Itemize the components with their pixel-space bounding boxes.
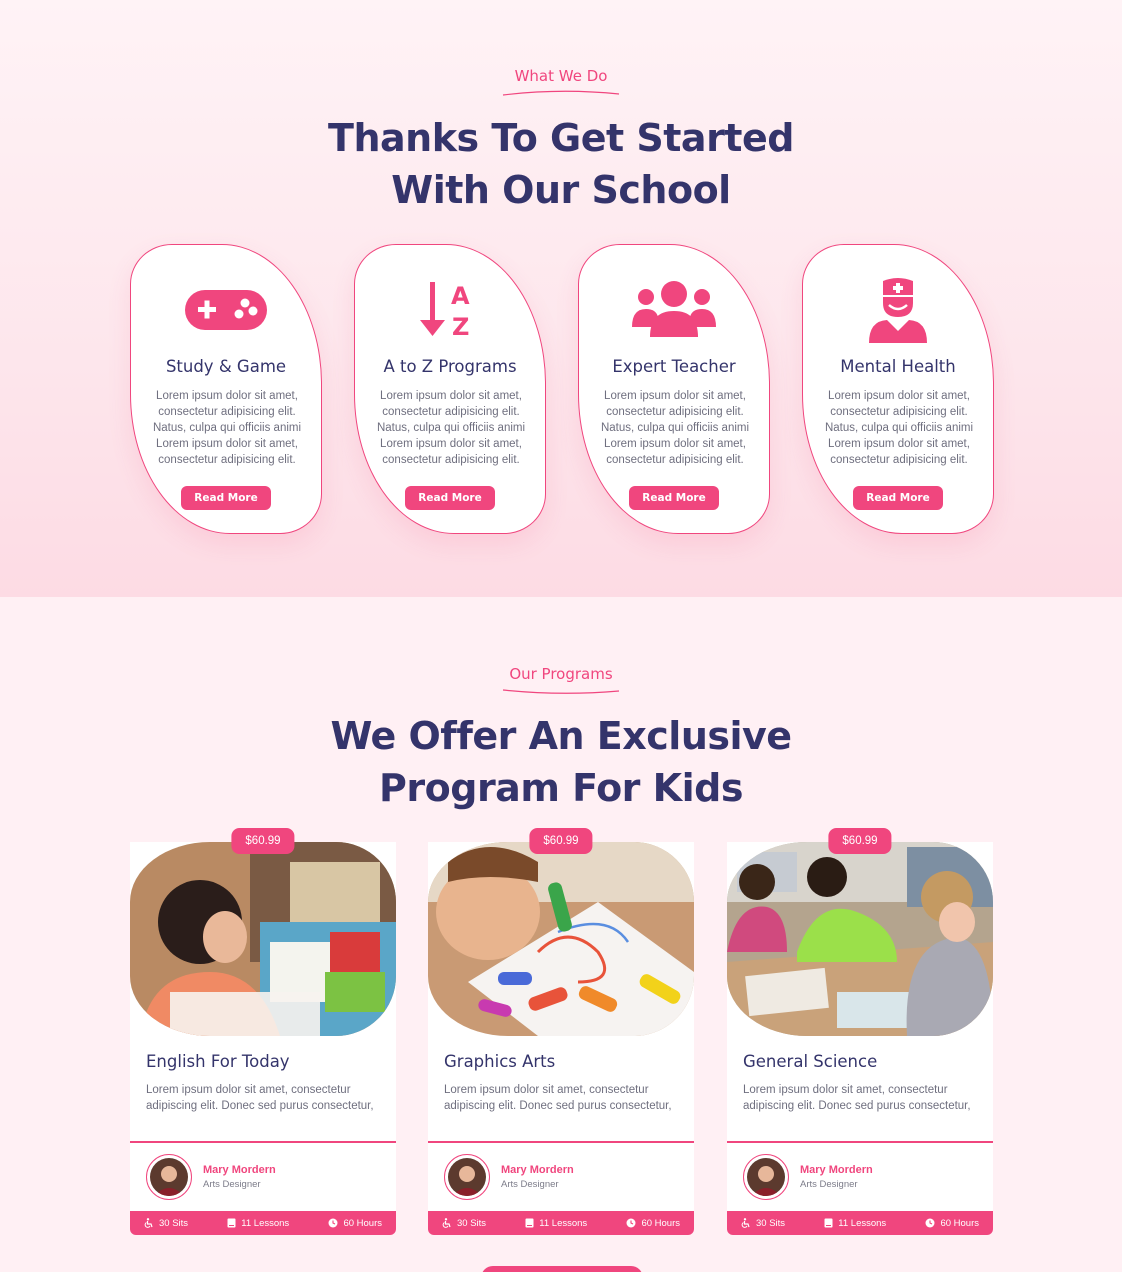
program-title[interactable]: English For Today — [146, 1052, 290, 1071]
divider — [130, 1141, 396, 1143]
read-more-button[interactable]: Read More — [181, 486, 271, 510]
headline-line-1: Thanks To Get Started — [328, 116, 794, 160]
users-group-icon — [579, 277, 769, 343]
feature-title: Study & Game — [165, 357, 287, 376]
seats-info: 30 Sits — [741, 1218, 785, 1229]
section-eyebrow: What We Do — [0, 67, 1122, 97]
read-more-button[interactable]: Read More — [629, 486, 719, 510]
hours-label: 60 Hours — [940, 1217, 979, 1229]
hours-label: 60 Hours — [343, 1217, 382, 1229]
program-photo — [727, 842, 993, 1036]
author-role: Arts Designer — [800, 1179, 858, 1190]
program-description: Lorem ipsum dolor sit amet, consectetur … — [146, 1084, 374, 1112]
avatar — [146, 1154, 192, 1200]
gamepad-icon — [131, 277, 321, 343]
feature-card-a-to-z: A Z A to Z Programs Lorem ipsum dolor si… — [354, 244, 546, 534]
read-more-button[interactable]: Read More — [405, 486, 495, 510]
price-badge: $60.99 — [231, 828, 295, 854]
clock-icon — [328, 1218, 338, 1228]
program-title[interactable]: Graphics Arts — [444, 1052, 555, 1071]
eyebrow-underline — [502, 90, 620, 96]
headline-line-2: Program For Kids — [379, 766, 743, 810]
program-meta-bar: 30 Sits 11 Lessons 60 Hours — [130, 1211, 396, 1235]
feature-text: Lorem ipsum dolor sit amet, consectetur … — [824, 390, 974, 466]
book-icon — [227, 1218, 236, 1228]
sort-az-icon: A Z — [355, 277, 545, 343]
author: Mary Mordern Arts Designer — [444, 1154, 574, 1200]
lessons-label: 11 Lessons — [838, 1217, 887, 1229]
hours-info: 60 Hours — [328, 1218, 382, 1229]
author-role: Arts Designer — [501, 1179, 559, 1190]
program-photo — [130, 842, 396, 1036]
svg-text:Z: Z — [452, 313, 469, 340]
author: Mary Mordern Arts Designer — [146, 1154, 276, 1200]
program-card-graphics[interactable]: $60.99 Graphics Arts Lorem ipsum dolor s… — [428, 828, 694, 1235]
author-name: Mary Mordern — [203, 1164, 276, 1176]
seats-info: 30 Sits — [442, 1218, 486, 1229]
wheelchair-icon — [741, 1218, 751, 1228]
feature-card-study-game: Study & Game Lorem ipsum dolor sit amet,… — [130, 244, 322, 534]
divider — [428, 1141, 694, 1143]
eyebrow-label: What We Do — [514, 67, 608, 85]
hours-label: 60 Hours — [641, 1217, 680, 1229]
eyebrow-label: Our Programs — [509, 665, 613, 683]
wheelchair-icon — [144, 1218, 154, 1228]
feature-text: Lorem ipsum dolor sit amet, consectetur … — [600, 390, 750, 466]
price-badge: $60.99 — [828, 828, 892, 854]
divider — [727, 1141, 993, 1143]
hours-info: 60 Hours — [626, 1218, 680, 1229]
author-name: Mary Mordern — [800, 1164, 873, 1176]
lessons-label: 11 Lessons — [539, 1217, 588, 1229]
feature-title: Expert Teacher — [612, 357, 736, 376]
lessons-info: 11 Lessons — [525, 1218, 587, 1229]
feature-title: Mental Health — [840, 357, 956, 376]
read-more-button[interactable]: Read More — [853, 486, 943, 510]
clock-icon — [925, 1218, 935, 1228]
author: Mary Mordern Arts Designer — [743, 1154, 873, 1200]
headline-line-2: With Our School — [391, 168, 731, 212]
feature-text: Lorem ipsum dolor sit amet, consectetur … — [376, 390, 526, 466]
section-headline: Thanks To Get Started With Our School — [0, 112, 1122, 216]
clock-icon — [626, 1218, 636, 1228]
feature-title: A to Z Programs — [383, 357, 517, 376]
program-description: Lorem ipsum dolor sit amet, consectetur … — [743, 1084, 971, 1112]
avatar — [444, 1154, 490, 1200]
section-eyebrow: Our Programs — [0, 665, 1122, 695]
hours-info: 60 Hours — [925, 1218, 979, 1229]
eyebrow-underline — [502, 689, 620, 694]
program-meta-bar: 30 Sits 11 Lessons 60 Hours — [727, 1211, 993, 1235]
view-more-button[interactable] — [481, 1266, 643, 1272]
lessons-info: 11 Lessons — [824, 1218, 886, 1229]
what-we-do-section: What We Do Thanks To Get Started With Ou… — [0, 0, 1122, 597]
seats-label: 30 Sits — [159, 1217, 189, 1229]
program-meta-bar: 30 Sits 11 Lessons 60 Hours — [428, 1211, 694, 1235]
program-card-english[interactable]: $60.99 English For Today Lorem ipsum dol… — [130, 828, 396, 1235]
program-title[interactable]: General Science — [743, 1052, 877, 1071]
seats-label: 30 Sits — [756, 1217, 786, 1229]
author-role: Arts Designer — [203, 1179, 261, 1190]
svg-text:A: A — [451, 282, 470, 310]
nurse-icon — [803, 277, 993, 343]
book-icon — [525, 1218, 534, 1228]
program-description: Lorem ipsum dolor sit amet, consectetur … — [444, 1084, 672, 1112]
author-name: Mary Mordern — [501, 1164, 574, 1176]
avatar — [743, 1154, 789, 1200]
lessons-label: 11 Lessons — [241, 1217, 290, 1229]
headline-line-1: We Offer An Exclusive — [330, 714, 792, 758]
wheelchair-icon — [442, 1218, 452, 1228]
feature-card-mental-health: Mental Health Lorem ipsum dolor sit amet… — [802, 244, 994, 534]
program-card-science[interactable]: $60.99 General Science Lorem ipsum dolor… — [727, 828, 993, 1235]
book-icon — [824, 1218, 833, 1228]
feature-card-expert-teacher: Expert Teacher Lorem ipsum dolor sit ame… — [578, 244, 770, 534]
feature-text: Lorem ipsum dolor sit amet, consectetur … — [152, 390, 302, 466]
price-badge: $60.99 — [529, 828, 593, 854]
seats-info: 30 Sits — [144, 1218, 188, 1229]
lessons-info: 11 Lessons — [227, 1218, 289, 1229]
program-photo — [428, 842, 694, 1036]
seats-label: 30 Sits — [457, 1217, 487, 1229]
section-headline: We Offer An Exclusive Program For Kids — [0, 710, 1122, 814]
